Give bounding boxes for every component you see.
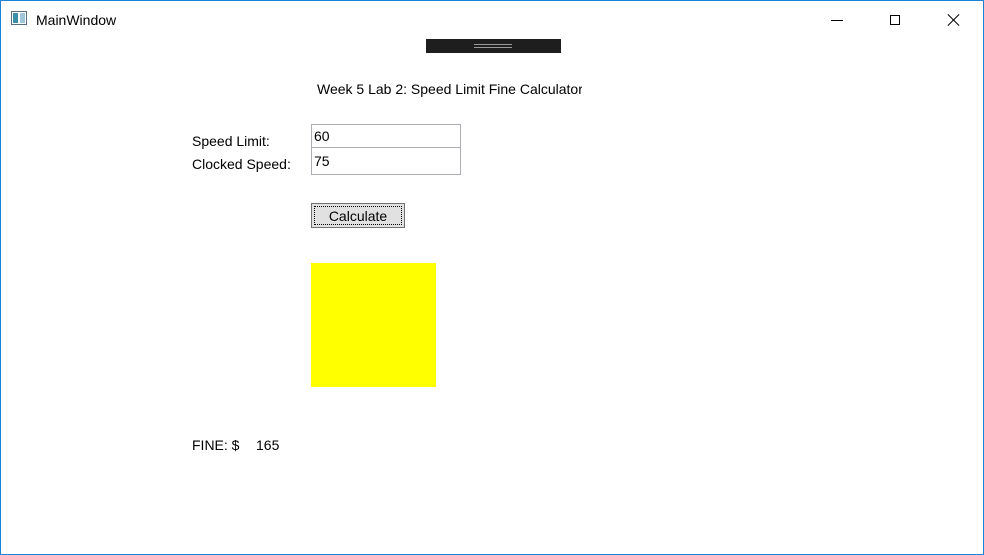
close-icon[interactable] bbox=[947, 13, 961, 27]
clocked-speed-label: Clocked Speed: bbox=[192, 156, 291, 172]
toolbar-grip bbox=[474, 44, 512, 45]
title-bar[interactable]: MainWindow bbox=[1, 1, 983, 39]
calculate-button-label: Calculate bbox=[314, 206, 402, 225]
fine-label: FINE: $ bbox=[192, 437, 240, 453]
window-title: MainWindow bbox=[36, 12, 117, 28]
minimize-icon bbox=[831, 19, 843, 21]
toolbar-grip bbox=[474, 47, 512, 48]
speed-limit-label: Speed Limit: bbox=[192, 133, 270, 149]
app-window-icon bbox=[11, 11, 27, 25]
calculate-button[interactable]: Calculate bbox=[311, 203, 405, 228]
speed-limit-input[interactable] bbox=[311, 124, 461, 148]
maximize-button[interactable] bbox=[866, 1, 924, 39]
fine-status-indicator bbox=[311, 263, 436, 387]
main-window: MainWindow Week 5 Lab 2: Speed Limit Fin… bbox=[0, 0, 984, 555]
clocked-speed-input[interactable] bbox=[311, 147, 461, 175]
fine-value: 165 bbox=[256, 437, 280, 453]
page-title: Week 5 Lab 2: Speed Limit Fine Calculato… bbox=[317, 81, 582, 97]
minimize-button[interactable] bbox=[808, 1, 866, 39]
maximize-icon bbox=[890, 15, 900, 25]
debug-toolbar[interactable] bbox=[426, 39, 561, 53]
close-button[interactable] bbox=[925, 1, 983, 39]
